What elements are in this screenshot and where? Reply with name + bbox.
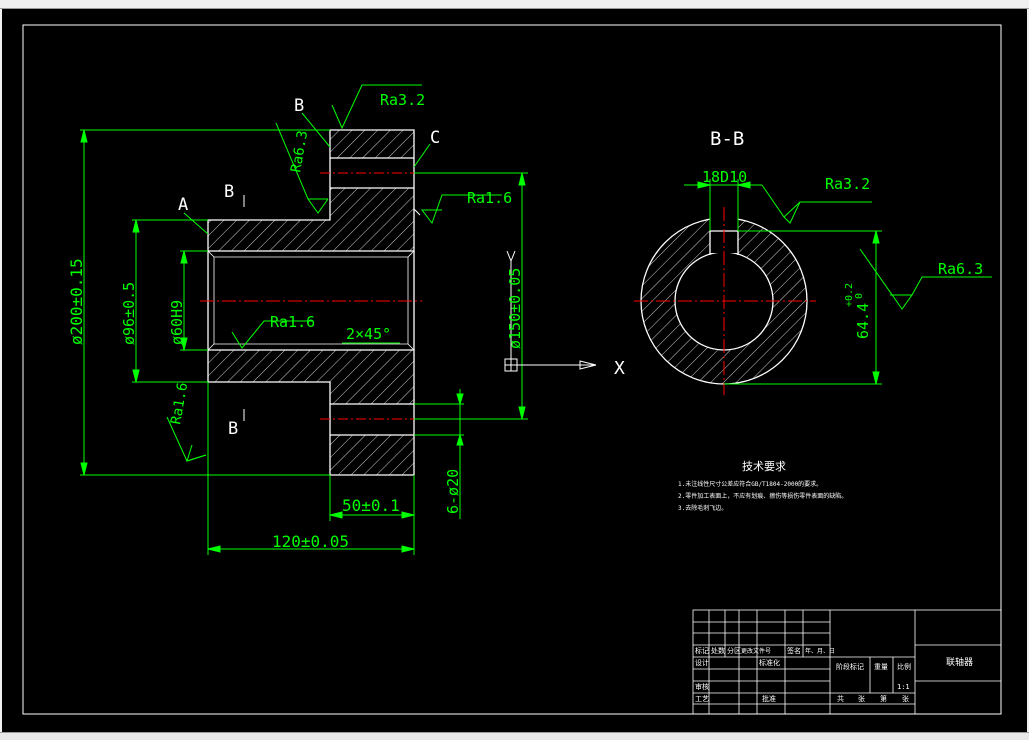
keyway-width-text: 18D10 — [702, 168, 747, 186]
roughness-right: Ra1.6 — [467, 189, 512, 207]
keyway-depth-text: 64.4 — [854, 303, 872, 339]
stage-mark-label: 阶段标记 — [836, 662, 864, 671]
title-block-texts: 标记 处数 分区 更改文件号 签名 年、月、日 设计 标准化 阶段标记 重量 比… — [695, 646, 973, 703]
process-label: 工艺 — [695, 695, 709, 703]
hatch-lower-hub — [208, 350, 414, 404]
part-outline — [207, 129, 415, 476]
sheet-border — [22, 24, 1002, 715]
svg-text:处数: 处数 — [711, 646, 725, 655]
svg-text:张: 张 — [858, 694, 865, 703]
svg-text:第: 第 — [880, 694, 887, 703]
bore-dia-text: ø60H9 — [168, 300, 186, 345]
chamfer-text: 2×45° — [346, 325, 391, 343]
scale-value: 1:1 — [897, 683, 910, 691]
label-b-top: B — [294, 96, 304, 116]
roughness-left: Ra6.3 — [288, 129, 311, 173]
svg-text:年、月、日: 年、月、日 — [805, 647, 835, 655]
tech-note-3: 3.去除毛刺飞边。 — [678, 504, 727, 512]
svg-text:签名: 签名 — [787, 646, 801, 655]
label-a: A — [178, 195, 188, 215]
section-view — [634, 207, 816, 395]
window-title-bar — [0, 0, 1029, 9]
roughness-top: Ra3.2 — [380, 91, 425, 109]
tech-note-2: 2.零件加工表面上，不应有划痕、擦伤等损伤零件表面的缺陷。 — [678, 492, 847, 500]
svg-text:共: 共 — [837, 694, 844, 703]
part-name: 联轴器 — [946, 656, 973, 668]
outer-dia-text: ø200±0.15 — [67, 258, 86, 345]
review-label: 审核 — [695, 682, 709, 691]
tech-note-1: 1.未注线性尺寸公差应符合GB/T1804-2000的要求。 — [678, 480, 822, 488]
design-label: 设计 — [695, 658, 709, 667]
label-x: X — [614, 358, 625, 379]
label-b-upper: B — [224, 182, 234, 202]
svg-text:更改文件号: 更改文件号 — [741, 647, 771, 655]
roughness-bore: Ra1.6 — [270, 313, 315, 331]
label-c: C — [430, 128, 440, 148]
tech-notes-title: 技术要求 — [742, 460, 786, 473]
svg-text:标记: 标记 — [695, 646, 709, 655]
ratio-label: 比例 — [897, 662, 911, 671]
roughness-face: Ra1.6 — [168, 381, 191, 425]
holes-text: 6-ø20 — [444, 469, 462, 514]
drawing-svg: ø200±0.15 ø96±0.5 ø60H9 ø150±0.05 2×45° … — [22, 24, 1002, 715]
drawing-canvas[interactable]: ø200±0.15 ø96±0.5 ø60H9 ø150±0.05 2×45° … — [2, 9, 1027, 732]
keyway-tol-lower: 0 — [854, 293, 865, 299]
weight-label: 重量 — [874, 663, 888, 671]
tech-notes: 技术要求 1.未注线性尺寸公差应符合GB/T1804-2000的要求。 2.零件… — [678, 460, 847, 512]
cad-window: ø200±0.15 ø96±0.5 ø60H9 ø150±0.05 2×45° … — [0, 0, 1029, 740]
label-b-lower: B — [228, 419, 238, 439]
hatch-bottom-flange — [330, 435, 414, 475]
hatch-top-flange — [330, 130, 414, 158]
flange-width-text: 50±0.1 — [342, 496, 400, 515]
dimension-texts: ø200±0.15 ø96±0.5 ø60H9 ø150±0.05 2×45° … — [67, 91, 524, 551]
approve-label: 批准 — [762, 694, 776, 703]
standard-label: 标准化 — [759, 658, 780, 667]
hub-dia-text: ø96±0.5 — [120, 282, 138, 345]
svg-text:张: 张 — [902, 694, 909, 703]
section-roughness-ra63: Ra6.3 — [938, 260, 983, 278]
section-label: B-B — [710, 128, 744, 150]
svg-text:分区: 分区 — [727, 646, 741, 655]
pitch-dia-text: ø150±0.05 — [506, 268, 524, 349]
section-roughness-ra32: Ra3.2 — [825, 175, 870, 193]
total-length-text: 120±0.05 — [272, 532, 349, 551]
